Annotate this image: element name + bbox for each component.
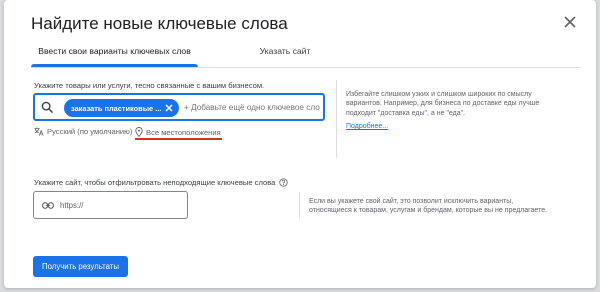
tab-label: Ввести свои варианты ключевых слов (38, 46, 191, 56)
dialog-title: Найдите новые ключевые слова (31, 14, 288, 33)
location-selector[interactable]: Все местоположения (135, 127, 221, 137)
location-label: Все местоположения (146, 127, 221, 137)
section-divider (299, 192, 300, 218)
keyword-chip-label: заказать пластиковые ... (71, 103, 162, 113)
keywords-hint-line: подходит "доставка еды", а не "еда". (346, 109, 466, 117)
keyword-chip[interactable]: заказать пластиковые ... (64, 99, 179, 117)
tab-start-with-website[interactable]: Указать сайт (224, 36, 346, 66)
keywords-input-box[interactable]: заказать пластиковые ... (33, 93, 325, 121)
get-results-button[interactable]: Получить результаты (33, 256, 128, 277)
tab-divider (31, 67, 580, 68)
language-label: Русский (по умолчанию) (47, 127, 133, 136)
translate-icon (34, 127, 44, 136)
location-pin-icon (135, 127, 143, 137)
keywords-hint-line: Избегайте слишком узких и слишком широки… (346, 91, 532, 98)
keyword-ideas-dialog: Найдите новые ключевые слова Ввести свои… (4, 0, 596, 288)
site-hint-line: относящиеся к товарам, услугам и брендам… (309, 207, 548, 215)
location-error-underline (135, 138, 222, 140)
tab-bar: Ввести свои варианты ключевых слов Указа… (31, 36, 580, 67)
link-icon (42, 202, 54, 209)
site-label-text: Укажите сайт, чтобы отфильтровать неподх… (34, 178, 276, 187)
site-hint-line: Если вы укажете свой сайт, это позволит … (309, 198, 514, 205)
remove-keyword-icon[interactable] (164, 103, 174, 113)
keywords-hint: Избегайте слишком узких и слишком широки… (346, 90, 539, 118)
keywords-hint-line: вариантов. Например, для бизнеса по дост… (346, 100, 540, 108)
keywords-label: Укажите товары или услуги, тесно связанн… (34, 81, 265, 90)
help-icon[interactable] (279, 178, 289, 187)
website-input-box[interactable] (33, 191, 188, 219)
add-keyword-input[interactable] (184, 101, 324, 114)
site-label: Укажите сайт, чтобы отфильтровать неподх… (34, 178, 289, 187)
language-selector[interactable]: Русский (по умолчанию) (34, 127, 132, 136)
section-divider (336, 80, 337, 158)
site-hint: Если вы укажете свой сайт, это позволит … (309, 197, 547, 216)
search-icon (41, 101, 54, 114)
close-icon[interactable] (560, 12, 580, 32)
website-url-input[interactable] (60, 199, 180, 212)
learn-more-link[interactable]: Подробнее... (346, 123, 388, 130)
tab-label: Указать сайт (259, 46, 311, 56)
tab-enter-keywords[interactable]: Ввести свои варианты ключевых слов (31, 36, 198, 67)
